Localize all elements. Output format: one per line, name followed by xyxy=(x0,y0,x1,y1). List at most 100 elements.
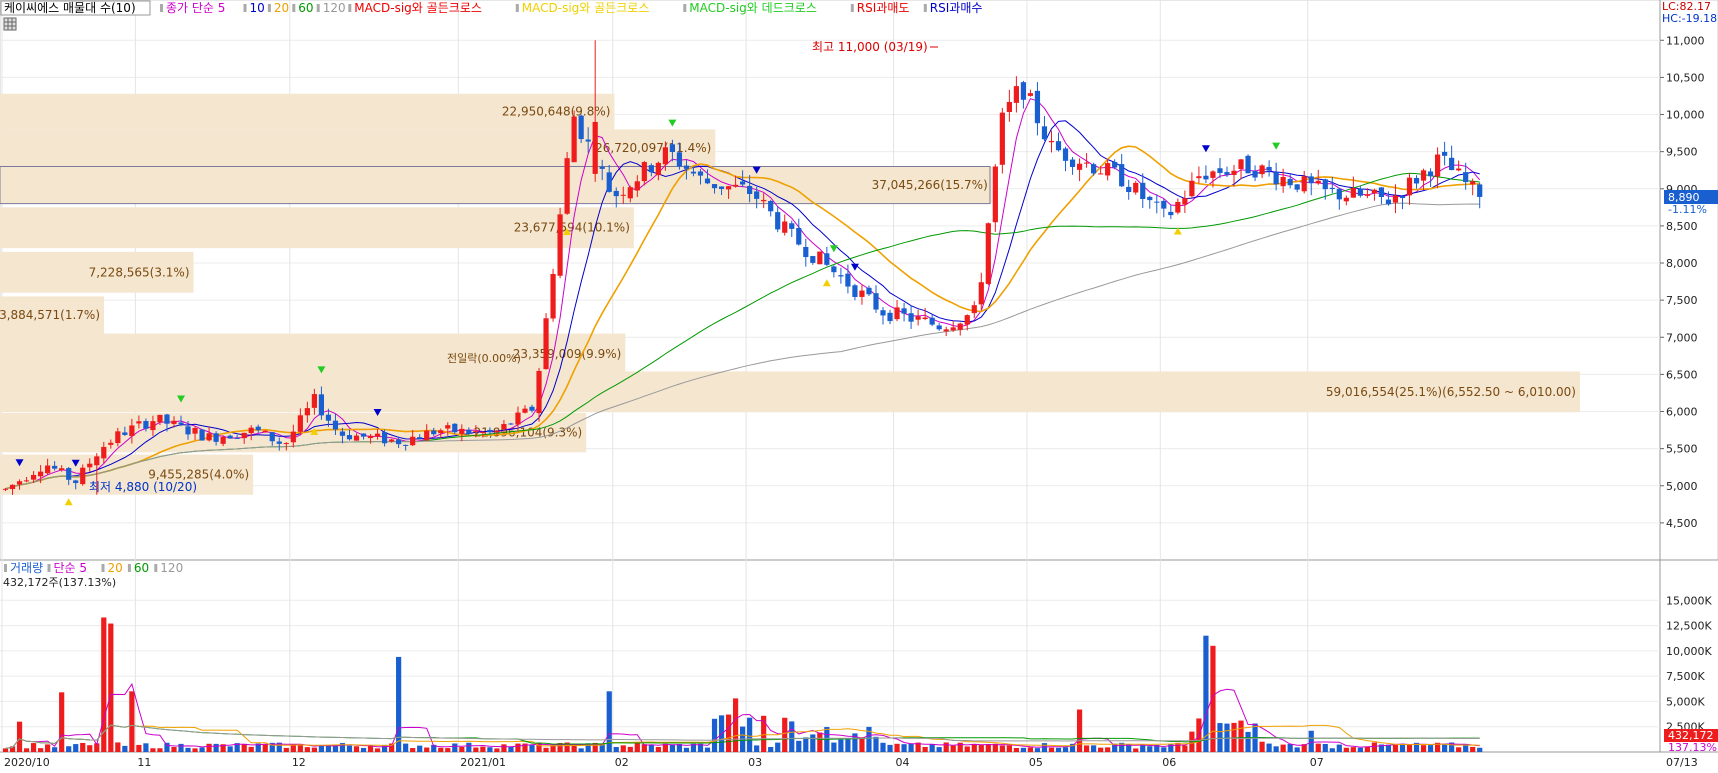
candle-body xyxy=(1392,195,1399,203)
candle-body xyxy=(971,305,977,314)
volume-bar xyxy=(1477,747,1483,752)
legend-swatch xyxy=(515,4,519,12)
candle-body xyxy=(978,282,984,305)
volume-bar xyxy=(248,746,254,752)
candle-body xyxy=(403,444,409,446)
volume-bar xyxy=(1259,741,1265,752)
volume-bar xyxy=(459,746,465,752)
candle-body xyxy=(676,152,683,167)
candle-body xyxy=(501,424,507,430)
volume-bar xyxy=(115,742,121,752)
volume-bar xyxy=(669,744,676,752)
candle-body xyxy=(374,433,381,437)
x-tick-label: 07 xyxy=(1310,756,1324,769)
candle-body xyxy=(213,433,219,442)
candle-body xyxy=(94,456,100,466)
candle-body xyxy=(655,162,661,176)
volume-bar xyxy=(1322,743,1328,752)
candle-body xyxy=(1252,171,1258,178)
volume-bar xyxy=(192,748,198,752)
candle-body xyxy=(697,171,704,176)
candle-body xyxy=(9,484,16,490)
candle-body xyxy=(1083,162,1090,164)
volume-bar xyxy=(136,744,142,752)
volume-bar xyxy=(775,742,781,752)
candle-body xyxy=(466,429,472,434)
candle-body xyxy=(1210,171,1216,178)
volume-bar xyxy=(1245,731,1251,752)
candle-body xyxy=(627,187,633,199)
candle-body xyxy=(185,426,191,435)
legend-item: RSI과매수 xyxy=(930,1,983,15)
legend-item: 20 xyxy=(274,1,289,15)
candle-body xyxy=(381,432,388,444)
candle-body xyxy=(887,312,893,322)
candle-body xyxy=(108,442,114,445)
candle-body xyxy=(480,432,486,434)
volume-bar xyxy=(213,743,219,752)
grid-toggle-icon[interactable] xyxy=(3,17,17,31)
candle-body xyxy=(1420,170,1427,181)
candle-body xyxy=(255,426,261,431)
volume-bar xyxy=(1112,743,1118,752)
candle-body xyxy=(1463,172,1469,183)
volume-bar xyxy=(894,743,900,752)
volume-bar xyxy=(711,718,718,752)
volume-bar xyxy=(725,714,732,752)
volume-profile-label: 7,228,565(3.1%) xyxy=(89,265,190,279)
candle-body xyxy=(620,194,626,196)
volume-profile-label: 37,045,266(15.7%) xyxy=(872,178,988,192)
x-tick-label: 2020/10 xyxy=(4,756,50,769)
candle-body xyxy=(1041,126,1048,140)
volume-bar xyxy=(796,740,802,752)
candle-body xyxy=(1224,172,1230,175)
volume-bar xyxy=(262,743,268,752)
volume-bar xyxy=(30,743,37,752)
candle-body xyxy=(985,223,991,284)
volume-bar xyxy=(445,748,451,752)
candle-body xyxy=(1231,170,1237,175)
candle-body xyxy=(747,185,753,195)
volume-profile-band xyxy=(0,166,992,204)
candle-body xyxy=(66,468,72,480)
volume-bar xyxy=(1182,745,1188,752)
volume-bar xyxy=(164,742,170,752)
candle-body xyxy=(304,408,310,416)
legend-swatch xyxy=(154,564,158,572)
volume-bar xyxy=(73,744,79,752)
candle-body xyxy=(73,480,79,484)
volume-bar xyxy=(1238,720,1244,752)
candle-body xyxy=(810,256,816,263)
volume-bar xyxy=(1105,747,1111,752)
volume-bar xyxy=(241,743,247,752)
candle-body xyxy=(704,178,711,184)
volume-bar xyxy=(417,745,423,752)
volume-bar xyxy=(613,746,619,752)
volume-bar xyxy=(466,742,472,752)
volume-bar xyxy=(964,746,970,752)
candle-body xyxy=(803,246,809,258)
candle-body xyxy=(578,115,584,140)
volume-bar xyxy=(1133,748,1139,752)
candle-body xyxy=(1119,164,1125,187)
candle-body xyxy=(487,429,493,433)
volume-bar xyxy=(810,734,816,752)
volume-tick-label: 7,500K xyxy=(1666,670,1705,683)
volume-bar xyxy=(1140,745,1146,752)
legend-swatch xyxy=(4,564,7,572)
candle-body xyxy=(1034,90,1041,124)
volume-bar xyxy=(978,745,984,752)
signal-arrow-up xyxy=(822,279,831,287)
legend-swatch xyxy=(160,4,163,12)
candle-body xyxy=(634,181,640,191)
volume-bar xyxy=(494,748,500,752)
volume-bar xyxy=(452,743,458,752)
x-tick-label: 05 xyxy=(1029,756,1043,769)
candle-body xyxy=(396,439,402,445)
candle-body xyxy=(1322,179,1328,190)
candle-body xyxy=(894,307,900,320)
candle-body xyxy=(129,425,135,437)
candle-body xyxy=(564,158,570,214)
volume-badge-pct: 137.13% xyxy=(1668,741,1717,754)
volume-bar xyxy=(23,748,30,752)
